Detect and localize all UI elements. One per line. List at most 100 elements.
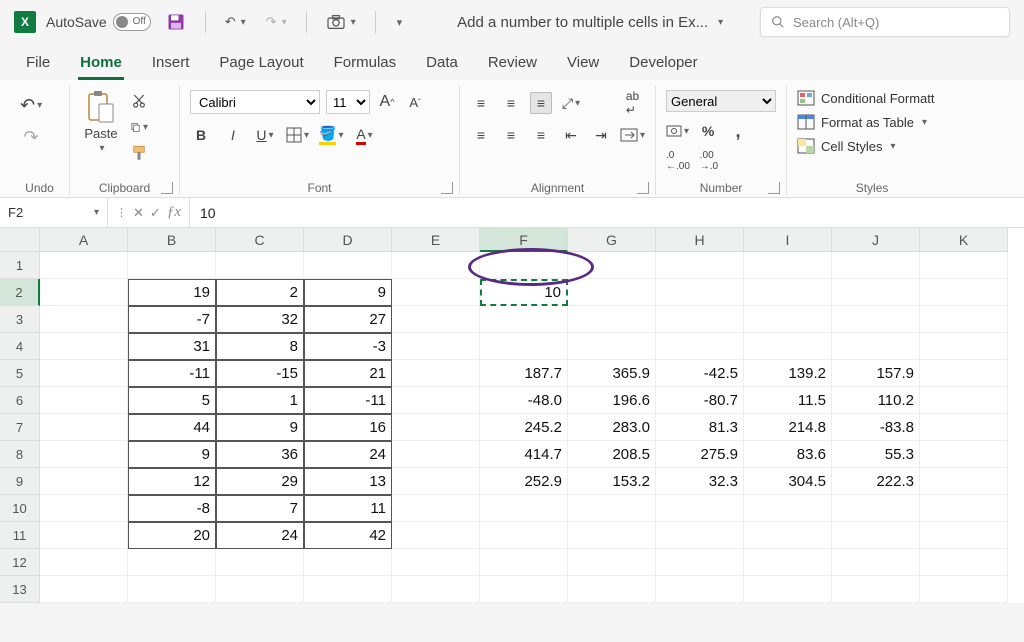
cell-H11[interactable] [656,522,744,549]
cell-B4[interactable]: 31 [128,333,216,360]
col-header-D[interactable]: D [304,228,392,252]
cell-F4[interactable] [480,333,568,360]
cell-D11[interactable]: 42 [304,522,392,549]
cell-styles-button[interactable]: Cell Styles ▾ [797,138,934,154]
cell-D4[interactable]: -3 [304,333,392,360]
cell-I1[interactable] [744,252,832,279]
cell-A4[interactable] [40,333,128,360]
cell-B11[interactable]: 20 [128,522,216,549]
decrease-font-button[interactable]: Aˇ [404,91,426,113]
cell-F7[interactable]: 245.2 [480,414,568,441]
font-name-select[interactable]: Calibri [190,90,320,114]
align-right-button[interactable]: ≡ [530,124,552,146]
spreadsheet-grid[interactable]: ABCDEFGHIJK121929103-732274318-35-11-152… [0,228,1024,603]
cell-J1[interactable] [832,252,920,279]
cell-I10[interactable] [744,495,832,522]
conditional-formatting-button[interactable]: Conditional Formatt [797,90,934,106]
row-header-11[interactable]: 11 [0,522,40,549]
cell-B13[interactable] [128,576,216,603]
percent-button[interactable]: % [697,120,719,142]
tab-formulas[interactable]: Formulas [332,48,399,80]
name-box[interactable]: F2 ▾ [0,198,108,227]
cell-C7[interactable]: 9 [216,414,304,441]
redo-button[interactable]: ↷ ▾ [261,11,292,33]
cell-F9[interactable]: 252.9 [480,468,568,495]
cell-C12[interactable] [216,549,304,576]
col-header-I[interactable]: I [744,228,832,252]
cell-C10[interactable]: 7 [216,495,304,522]
increase-font-button[interactable]: A^ [376,91,398,113]
cell-G3[interactable] [568,306,656,333]
cell-I5[interactable]: 139.2 [744,360,832,387]
cell-D9[interactable]: 13 [304,468,392,495]
cell-K9[interactable] [920,468,1008,495]
cell-I12[interactable] [744,549,832,576]
cell-J4[interactable] [832,333,920,360]
cell-A10[interactable] [40,495,128,522]
cell-E10[interactable] [392,495,480,522]
increase-indent-button[interactable]: ⇥ [590,124,612,146]
accounting-format-button[interactable]: ▾ [666,120,689,142]
qat-customize[interactable]: ▾ [390,13,408,32]
cell-I4[interactable] [744,333,832,360]
cell-K11[interactable] [920,522,1008,549]
cell-H13[interactable] [656,576,744,603]
formula-input[interactable]: 10 [190,205,1024,221]
col-header-J[interactable]: J [832,228,920,252]
row-header-6[interactable]: 6 [0,387,40,414]
cell-G5[interactable]: 365.9 [568,360,656,387]
cell-B9[interactable]: 12 [128,468,216,495]
redo-button-ribbon[interactable]: ↷ [20,126,42,148]
cell-H10[interactable] [656,495,744,522]
cell-F2[interactable]: 10 [480,279,568,306]
select-all-corner[interactable] [0,228,40,252]
cell-J5[interactable]: 157.9 [832,360,920,387]
decrease-indent-button[interactable]: ⇤ [560,124,582,146]
cell-H3[interactable] [656,306,744,333]
cell-H7[interactable]: 81.3 [656,414,744,441]
cell-D2[interactable]: 9 [304,279,392,306]
cell-F5[interactable]: 187.7 [480,360,568,387]
cell-A6[interactable] [40,387,128,414]
cell-K6[interactable] [920,387,1008,414]
cell-C2[interactable]: 2 [216,279,304,306]
cell-B7[interactable]: 44 [128,414,216,441]
wrap-text-button[interactable]: ab↵ [620,92,645,114]
fill-color-button[interactable]: 🪣 ▾ [319,124,343,146]
cell-A13[interactable] [40,576,128,603]
col-header-G[interactable]: G [568,228,656,252]
row-header-13[interactable]: 13 [0,576,40,603]
cell-F1[interactable] [480,252,568,279]
cell-A9[interactable] [40,468,128,495]
cell-F3[interactable] [480,306,568,333]
number-format-select[interactable]: General [666,90,776,112]
fx-icon[interactable]: ƒx [167,204,181,221]
cell-J2[interactable] [832,279,920,306]
cell-F8[interactable]: 414.7 [480,441,568,468]
cell-I2[interactable] [744,279,832,306]
cell-I9[interactable]: 304.5 [744,468,832,495]
cell-J7[interactable]: -83.8 [832,414,920,441]
cell-G1[interactable] [568,252,656,279]
cell-G9[interactable]: 153.2 [568,468,656,495]
col-header-B[interactable]: B [128,228,216,252]
cell-F10[interactable] [480,495,568,522]
cell-I13[interactable] [744,576,832,603]
cell-D8[interactable]: 24 [304,441,392,468]
font-color-button[interactable]: A ▾ [354,124,376,146]
cell-G11[interactable] [568,522,656,549]
orientation-button[interactable]: ⤢ ▾ [560,92,582,114]
cell-D13[interactable] [304,576,392,603]
cell-G4[interactable] [568,333,656,360]
alignment-launcher-icon[interactable] [637,182,649,194]
bold-button[interactable]: B [190,124,212,146]
tab-review[interactable]: Review [486,48,539,80]
tab-insert[interactable]: Insert [150,48,192,80]
cell-K5[interactable] [920,360,1008,387]
tab-data[interactable]: Data [424,48,460,80]
cut-button[interactable] [130,92,148,110]
cell-B10[interactable]: -8 [128,495,216,522]
toggle-switch[interactable]: Off [113,13,151,31]
row-header-10[interactable]: 10 [0,495,40,522]
cell-F6[interactable]: -48.0 [480,387,568,414]
